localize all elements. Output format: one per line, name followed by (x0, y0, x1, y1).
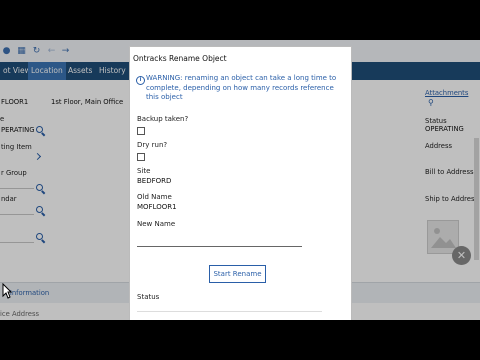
mouse-cursor-icon (2, 283, 12, 299)
backup-taken-checkbox[interactable] (137, 127, 145, 135)
old-name-value: MOFLOOR1 (137, 203, 177, 211)
dry-run-checkbox[interactable] (137, 153, 145, 161)
site-value: BEDFORD (137, 177, 172, 185)
info-icon: i (136, 76, 145, 85)
new-name-label: New Name (137, 220, 176, 228)
site-label: Site (137, 167, 151, 175)
backup-taken-label: Backup taken? (137, 115, 189, 123)
app-window: ● ▦ ↻ ← → ot View Location Assets Histor… (0, 40, 480, 320)
warning-message: WARNING: renaming an object can take a l… (146, 74, 337, 101)
dialog-title: Ontracks Rename Object (133, 54, 227, 63)
start-rename-button[interactable]: Start Rename (209, 265, 266, 283)
new-name-input[interactable] (137, 238, 302, 247)
old-name-label: Old Name (137, 193, 172, 201)
letterbox-top (0, 0, 480, 40)
status-field-line (137, 311, 322, 312)
dry-run-label: Dry run? (137, 141, 168, 149)
rename-dialog: Ontracks Rename Object i WARNING: renami… (130, 47, 351, 320)
status-label-dialog: Status (137, 293, 160, 301)
letterbox-bottom (0, 320, 480, 360)
